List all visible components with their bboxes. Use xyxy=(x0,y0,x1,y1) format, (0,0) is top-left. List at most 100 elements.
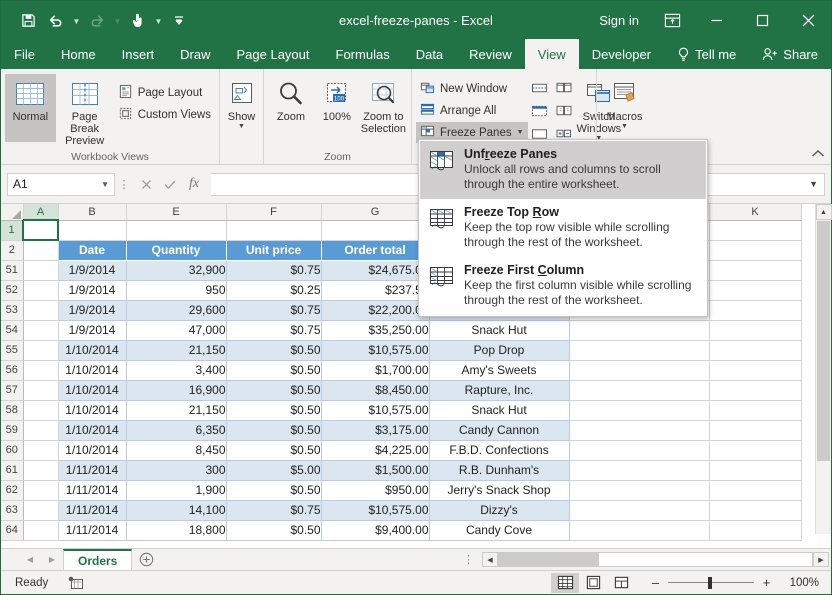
cell-b54[interactable]: 1/9/2014 xyxy=(58,320,127,341)
cell-e64[interactable]: 18,800 xyxy=(126,520,227,541)
customize-quick-access-toolbar-icon[interactable] xyxy=(166,7,192,33)
row-header-63[interactable]: 63 xyxy=(1,500,24,521)
select-all-corner[interactable] xyxy=(1,204,24,221)
tab-home[interactable]: Home xyxy=(48,39,109,69)
normal-view-icon[interactable] xyxy=(551,572,579,593)
cell-b60[interactable]: 1/10/2014 xyxy=(58,440,127,461)
vertical-scroll-thumb[interactable] xyxy=(817,221,830,461)
sheet-splitter-grip[interactable]: ⋮ xyxy=(455,554,482,565)
column-header-g[interactable]: G xyxy=(321,204,430,221)
cell-h60[interactable]: F.B.D. Confections xyxy=(429,440,570,461)
touch-mode-caret-icon[interactable]: ▼ xyxy=(153,8,164,32)
cell-g57[interactable]: $8,450.00 xyxy=(321,380,430,401)
cell-j62[interactable] xyxy=(569,480,710,501)
cell-b58[interactable]: 1/10/2014 xyxy=(58,400,127,421)
previous-sheet-icon[interactable]: ◀ xyxy=(19,549,41,571)
column-header-a[interactable]: A xyxy=(23,204,59,221)
cell-b57[interactable]: 1/10/2014 xyxy=(58,380,127,401)
macros-caret-icon[interactable]: ▼ xyxy=(621,123,628,130)
cell-j60[interactable] xyxy=(569,440,710,461)
cell-k58[interactable] xyxy=(709,400,802,421)
menu-item-freeze-top-row[interactable]: Freeze Top Row Keep the top row visible … xyxy=(420,199,706,257)
cell-h64[interactable]: Candy Cove xyxy=(429,520,570,541)
cell-g56[interactable]: $1,700.00 xyxy=(321,360,430,381)
cell-g61[interactable]: $1,500.00 xyxy=(321,460,430,481)
cell-g53[interactable]: $22,200.00 xyxy=(321,300,430,321)
cell-g55[interactable]: $10,575.00 xyxy=(321,340,430,361)
cell-k1[interactable] xyxy=(709,220,802,241)
synchronous-scrolling-icon[interactable] xyxy=(552,100,576,121)
sheet-tab-orders[interactable]: Orders xyxy=(63,548,133,571)
cell-g63[interactable]: $10,575.00 xyxy=(321,500,430,521)
row-header-52[interactable]: 52 xyxy=(1,280,24,301)
cancel-icon[interactable] xyxy=(135,173,157,195)
horizontal-scroll-track[interactable] xyxy=(498,552,598,567)
cell-j54[interactable] xyxy=(569,320,710,341)
tab-review[interactable]: Review xyxy=(456,39,525,69)
zoom-in-button[interactable]: + xyxy=(760,575,773,590)
restore-button[interactable] xyxy=(739,1,785,39)
cell-g54[interactable]: $35,250.00 xyxy=(321,320,430,341)
cell-g62[interactable]: $950.00 xyxy=(321,480,430,501)
formula-bar-grip[interactable]: ⋮ xyxy=(115,178,133,191)
add-sheet-icon[interactable] xyxy=(132,552,160,567)
cell-e63[interactable]: 14,100 xyxy=(126,500,227,521)
scroll-up-arrow-icon[interactable]: ▲ xyxy=(815,204,832,220)
zoom-track[interactable] xyxy=(668,576,754,589)
cell-e2[interactable]: Quantity xyxy=(126,240,227,261)
cell-e61[interactable]: 300 xyxy=(126,460,227,481)
horizontal-scrollbar[interactable]: ◀ ▶ xyxy=(482,552,829,567)
cell-f57[interactable]: $0.50 xyxy=(226,380,322,401)
cell-a64[interactable] xyxy=(23,520,59,541)
cell-j61[interactable] xyxy=(569,460,710,481)
cell-h62[interactable]: Jerry's Snack Shop xyxy=(429,480,570,501)
cell-f59[interactable]: $0.50 xyxy=(226,420,322,441)
cell-e51[interactable]: 32,900 xyxy=(126,260,227,281)
zoom-100-button[interactable]: 100 100% xyxy=(314,74,360,142)
cell-b64[interactable]: 1/11/2014 xyxy=(58,520,127,541)
row-header-64[interactable]: 64 xyxy=(1,520,24,541)
ribbon-display-options-icon[interactable] xyxy=(651,1,693,39)
cell-e55[interactable]: 21,150 xyxy=(126,340,227,361)
cell-g2[interactable]: Order total xyxy=(321,240,430,261)
cell-a58[interactable] xyxy=(23,400,59,421)
zoom-out-button[interactable]: – xyxy=(649,575,662,590)
cell-k57[interactable] xyxy=(709,380,802,401)
cell-f53[interactable]: $0.75 xyxy=(226,300,322,321)
row-header-1[interactable]: 1 xyxy=(1,220,24,241)
page-break-preview-button[interactable]: Page Break Preview xyxy=(56,74,114,147)
show-caret-icon[interactable]: ▼ xyxy=(238,123,245,130)
cell-e59[interactable]: 6,350 xyxy=(126,420,227,441)
cell-b61[interactable]: 1/11/2014 xyxy=(58,460,127,481)
tab-developer[interactable]: Developer xyxy=(579,39,664,69)
menu-item-freeze-first-column[interactable]: Freeze First Column Keep the first colum… xyxy=(420,257,706,315)
cell-a53[interactable] xyxy=(23,300,59,321)
cell-g64[interactable]: $9,400.00 xyxy=(321,520,430,541)
collapse-ribbon-icon[interactable] xyxy=(811,149,825,161)
cell-k52[interactable] xyxy=(709,280,802,301)
custom-views-button[interactable]: Custom Views xyxy=(114,104,215,125)
zoom-to-selection-button[interactable]: Zoom to Selection xyxy=(360,74,407,142)
redo-dropdown-caret-icon[interactable]: ▼ xyxy=(112,8,123,32)
cell-f1[interactable] xyxy=(226,220,322,241)
row-header-60[interactable]: 60 xyxy=(1,440,24,461)
cell-h55[interactable]: Pop Drop xyxy=(429,340,570,361)
row-header-56[interactable]: 56 xyxy=(1,360,24,381)
name-box-caret-icon[interactable]: ▼ xyxy=(101,180,109,189)
cell-f55[interactable]: $0.50 xyxy=(226,340,322,361)
macros-button[interactable]: Macros ▼ xyxy=(601,74,648,142)
cell-k61[interactable] xyxy=(709,460,802,481)
cell-k53[interactable] xyxy=(709,300,802,321)
horizontal-scroll-thumb[interactable] xyxy=(598,552,813,567)
cell-e58[interactable]: 21,150 xyxy=(126,400,227,421)
scroll-right-arrow-icon[interactable]: ▶ xyxy=(813,552,829,567)
cell-a61[interactable] xyxy=(23,460,59,481)
cell-f56[interactable]: $0.50 xyxy=(226,360,322,381)
cell-b2[interactable]: Date xyxy=(58,240,127,261)
undo-dropdown-caret-icon[interactable]: ▼ xyxy=(71,8,82,32)
cell-a62[interactable] xyxy=(23,480,59,501)
insert-function-icon[interactable]: fx xyxy=(183,173,205,195)
new-window-button[interactable]: New Window xyxy=(416,78,528,99)
cell-k54[interactable] xyxy=(709,320,802,341)
cell-e57[interactable]: 16,900 xyxy=(126,380,227,401)
